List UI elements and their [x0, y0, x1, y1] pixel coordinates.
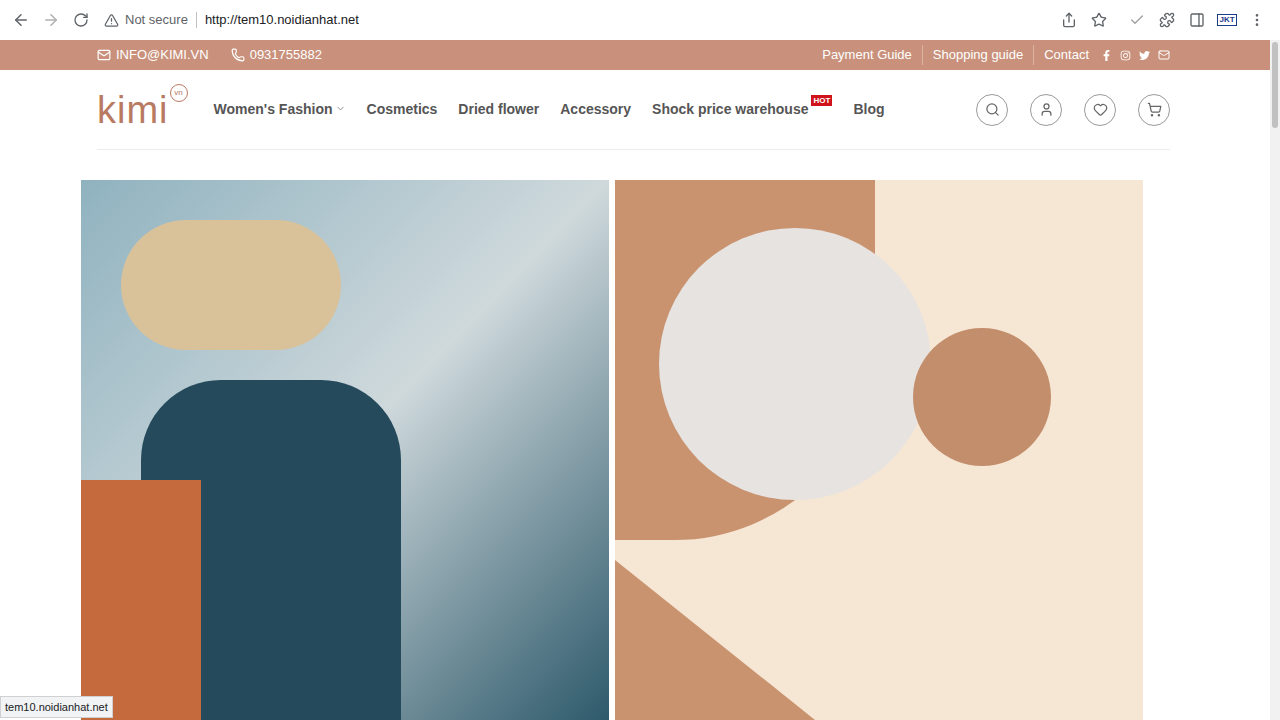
status-url: tem10.noidianhat.net: [0, 696, 113, 719]
screen: Not secure http://tem10.noidianhat.net JKT…: [0, 0, 1280, 720]
twitter-icon: [1139, 50, 1150, 61]
topbar-link[interactable]: Contact: [1033, 45, 1099, 65]
topbar-link[interactable]: Payment Guide: [812, 45, 922, 65]
check-icon: [1129, 12, 1145, 28]
extension-check-button[interactable]: [1122, 5, 1152, 35]
top-strip: INFO@KIMI.VN 0931755882 Payment GuideShopp…: [0, 40, 1270, 70]
hot-badge: HOT: [811, 95, 832, 106]
bookmark-button[interactable]: [1084, 5, 1114, 35]
phone-link[interactable]: 0931755882: [231, 45, 322, 65]
instagram-icon: [1120, 50, 1131, 61]
cart-button[interactable]: [1138, 94, 1170, 126]
reload-icon: [73, 12, 89, 28]
menu-button[interactable]: [1242, 5, 1272, 35]
nav-item[interactable]: Shock price warehouseHOT: [652, 99, 832, 120]
nav-item[interactable]: Blog: [853, 99, 884, 120]
account-icon: [1039, 102, 1054, 117]
back-arrow-icon: [12, 11, 30, 29]
main-nav: kimivn Women's Fashion Cosmetics Dried flow…: [97, 70, 1170, 150]
nav-item[interactable]: Women's Fashion: [214, 99, 346, 120]
instagram-link[interactable]: [1120, 50, 1131, 61]
mail-icon: [97, 48, 111, 62]
side-panel-button[interactable]: [1182, 5, 1212, 35]
banners: [81, 180, 1143, 720]
summer-banner[interactable]: [81, 180, 609, 720]
chevron-down-icon: [335, 103, 346, 114]
wishlist-button[interactable]: [1084, 94, 1116, 126]
cart-icon: [1147, 102, 1162, 117]
nav-item[interactable]: Dried flower: [458, 99, 539, 120]
facebook-link[interactable]: [1101, 50, 1112, 61]
twitter-link[interactable]: [1139, 50, 1150, 61]
address-divider: [196, 12, 197, 28]
nav-menu: Women's Fashion Cosmetics Dried flower Acce…: [214, 99, 976, 120]
more-icon: [1249, 12, 1265, 28]
scrollbar[interactable]: [1270, 40, 1280, 720]
forward-button[interactable]: [36, 5, 66, 35]
share-button[interactable]: [1054, 5, 1084, 35]
extension-badge[interactable]: JKT: [1212, 5, 1242, 35]
email-link[interactable]: INFO@KIMI.VN: [97, 45, 209, 65]
page: INFO@KIMI.VN 0931755882 Payment GuideShopp…: [0, 40, 1280, 720]
toolbar-actions: JKT: [1054, 5, 1274, 35]
forward-arrow-icon: [42, 11, 60, 29]
logo[interactable]: kimivn: [97, 90, 188, 130]
address-bar[interactable]: Not secure http://tem10.noidianhat.net: [104, 5, 1054, 35]
wishlist-icon: [1093, 102, 1108, 117]
search-icon: [985, 102, 1000, 117]
discount-banner[interactable]: [615, 180, 1143, 720]
browser-toolbar: Not secure http://tem10.noidianhat.net JKT: [0, 0, 1280, 40]
security-label: Not secure: [125, 10, 188, 30]
url-text: http://tem10.noidianhat.net: [205, 10, 359, 30]
page-content: INFO@KIMI.VN 0931755882 Payment GuideShopp…: [0, 40, 1270, 720]
mail-social-icon: [1158, 49, 1170, 61]
side-panel-icon: [1189, 12, 1205, 28]
star-icon: [1091, 12, 1107, 28]
nav-item[interactable]: Cosmetics: [367, 99, 438, 120]
phone-icon: [231, 48, 245, 62]
share-icon: [1061, 12, 1077, 28]
facebook-icon: [1101, 50, 1112, 61]
extensions-button[interactable]: [1152, 5, 1182, 35]
topbar-link[interactable]: Shopping guide: [922, 45, 1033, 65]
mail-social-link[interactable]: [1158, 49, 1170, 61]
reload-button[interactable]: [66, 5, 96, 35]
back-button[interactable]: [6, 5, 36, 35]
nav-item[interactable]: Accessory: [560, 99, 631, 120]
search-button[interactable]: [976, 94, 1008, 126]
warning-icon: [104, 13, 119, 28]
nav-actions: [976, 94, 1170, 126]
account-button[interactable]: [1030, 94, 1062, 126]
puzzle-icon: [1159, 12, 1175, 28]
